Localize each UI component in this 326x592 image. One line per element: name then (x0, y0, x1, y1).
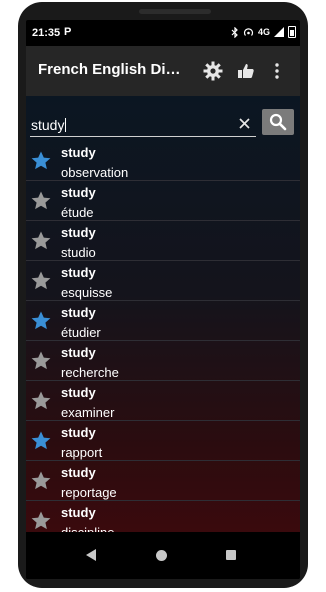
status-bar: 21:35 P 4G (26, 20, 300, 46)
result-word: study (61, 425, 96, 440)
result-word: study (61, 265, 96, 280)
search-button[interactable] (262, 109, 294, 135)
result-word: study (61, 465, 96, 480)
recents-nav-icon[interactable] (226, 550, 236, 560)
speaker-grille (139, 9, 211, 14)
star-icon[interactable] (30, 190, 52, 212)
signal-icon (274, 27, 284, 37)
text-caret (65, 118, 67, 132)
gear-icon (203, 61, 223, 81)
hotspot-icon (243, 27, 254, 36)
results-panel: study study observation study étude study stu… (26, 96, 300, 541)
back-nav-icon[interactable] (86, 549, 96, 561)
notification-icon: P (64, 26, 72, 38)
result-word: study (61, 345, 96, 360)
home-nav-icon[interactable] (156, 550, 167, 561)
result-translation: examiner (61, 405, 115, 420)
favorite-star-icon[interactable] (30, 150, 52, 172)
app-title: French English Dicti... (38, 61, 188, 78)
favorite-star-icon[interactable] (30, 430, 52, 452)
result-row[interactable]: study esquisse (26, 261, 300, 301)
status-icons: 4G (231, 26, 296, 38)
result-row[interactable]: study étudier (26, 301, 300, 341)
status-time: 21:35 (32, 27, 61, 39)
star-icon[interactable] (30, 470, 52, 492)
result-translation: esquisse (61, 285, 113, 300)
star-icon[interactable] (30, 390, 52, 412)
network-type: 4G (257, 27, 270, 37)
result-row[interactable]: study étude (26, 181, 300, 221)
bluetooth-icon (231, 26, 238, 38)
more-options-button[interactable] (266, 58, 288, 84)
search-icon (269, 113, 287, 131)
result-row[interactable]: study studio (26, 221, 300, 261)
result-word: study (61, 225, 96, 240)
close-icon (238, 117, 250, 129)
result-row[interactable]: study rapport (26, 421, 300, 461)
phone-frame: 21:35 P 4G French English Dicti... study… (18, 2, 308, 588)
star-icon[interactable] (30, 350, 52, 372)
result-translation: rapport (61, 445, 103, 460)
screen: 21:35 P 4G French English Dicti... study… (26, 20, 300, 579)
star-icon[interactable] (30, 510, 52, 532)
favorite-star-icon[interactable] (30, 310, 52, 332)
navigation-bar (26, 532, 300, 579)
result-translation: étude (61, 205, 94, 220)
result-word: study (61, 145, 96, 160)
result-word: study (61, 185, 96, 200)
star-icon[interactable] (30, 270, 52, 292)
result-translation: observation (61, 165, 129, 180)
result-row[interactable]: study observation (26, 141, 300, 181)
clear-search-button[interactable] (234, 113, 254, 133)
results-list: study observation study étude study studio stu… (26, 141, 300, 541)
app-toolbar: French English Dicti... (26, 46, 300, 96)
result-word: study (61, 305, 96, 320)
like-button[interactable] (233, 58, 259, 84)
result-translation: étudier (61, 325, 101, 340)
thumbs-up-icon (238, 64, 254, 78)
result-row[interactable]: study examiner (26, 381, 300, 421)
settings-button[interactable] (200, 58, 226, 84)
result-word: study (61, 385, 96, 400)
result-row[interactable]: study recherche (26, 341, 300, 381)
battery-icon (288, 26, 296, 38)
search-input-value: study (31, 117, 65, 133)
result-translation: studio (61, 245, 96, 260)
more-vertical-icon (275, 63, 279, 79)
result-word: study (61, 505, 96, 520)
result-row[interactable]: study reportage (26, 461, 300, 501)
result-translation: recherche (61, 365, 119, 380)
star-icon[interactable] (30, 230, 52, 252)
result-translation: reportage (61, 485, 117, 500)
search-input[interactable]: study (30, 112, 256, 137)
